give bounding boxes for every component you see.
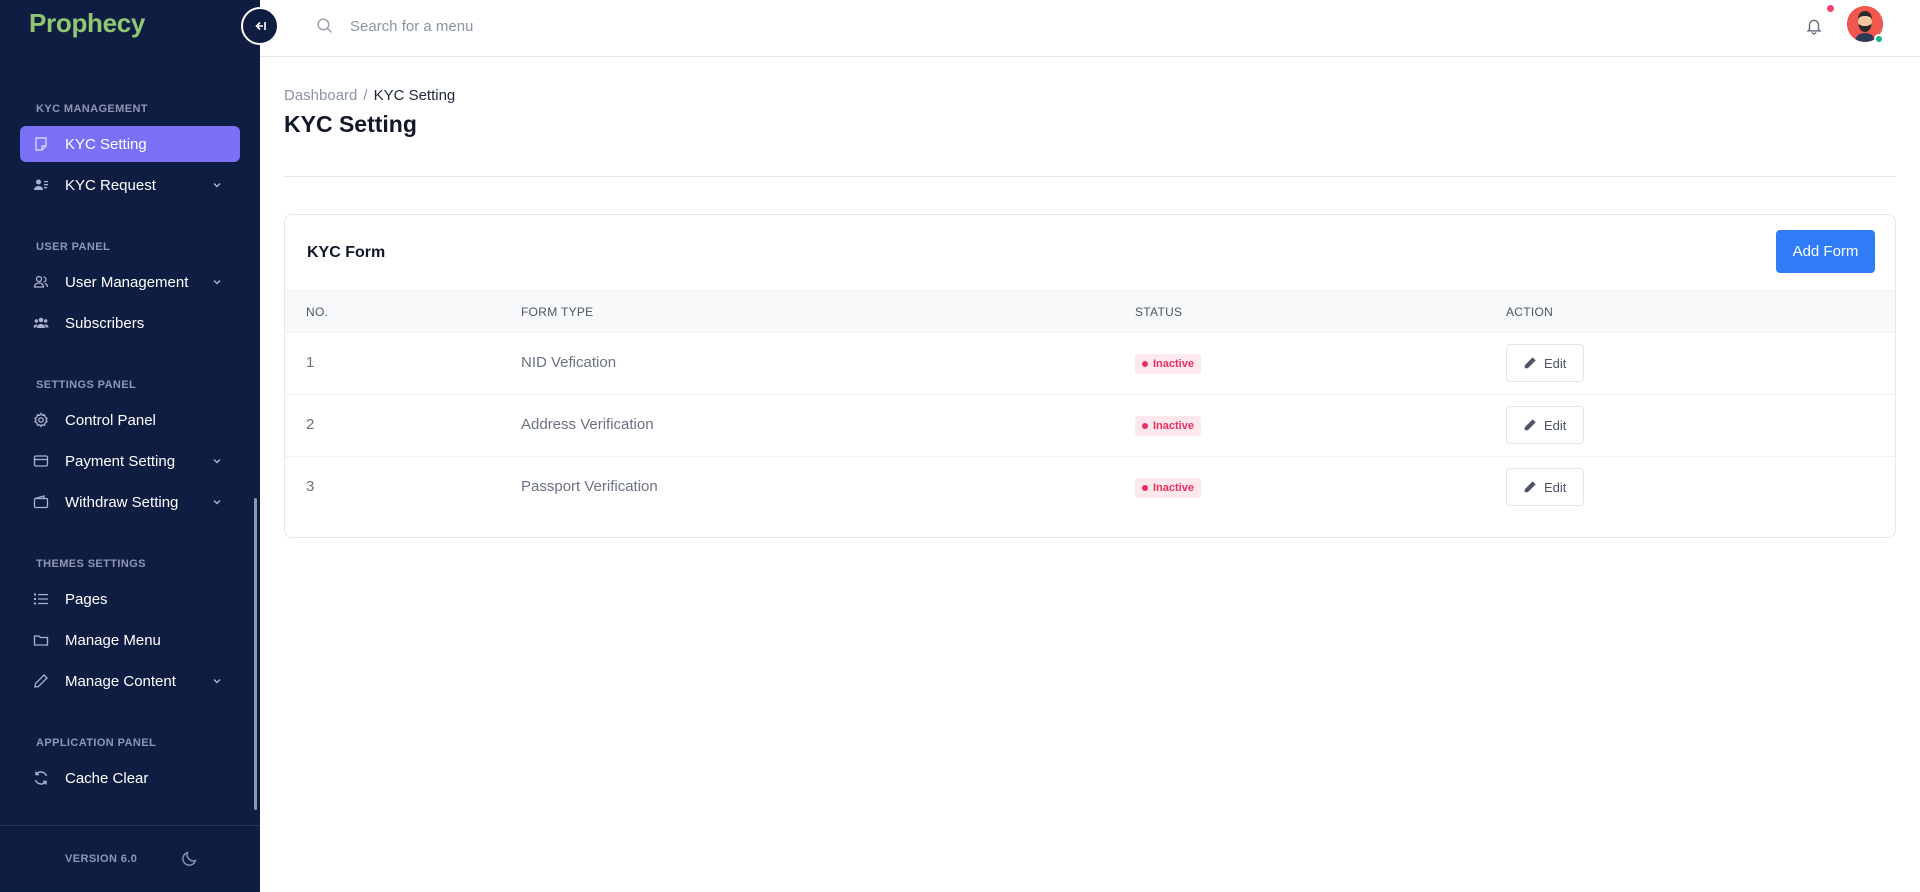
sidebar-item-payment-setting[interactable]: Payment Setting: [20, 443, 240, 479]
page-title: KYC Setting: [284, 111, 417, 137]
cell-no: 1: [306, 354, 315, 371]
edit-button[interactable]: Edit: [1506, 406, 1584, 444]
card-title: KYC Form: [307, 244, 386, 261]
sidebar-item-label: Withdraw Setting: [65, 493, 179, 511]
cell-no: 3: [306, 478, 315, 495]
section-title-kyc-management: KYC MANAGEMENT: [36, 103, 148, 115]
pencil-icon: [1524, 419, 1536, 431]
section-title-application-panel: APPLICATION PANEL: [36, 737, 157, 749]
sidebar-item-label: Subscribers: [65, 314, 145, 332]
sidebar-item-control-panel[interactable]: Control Panel: [20, 402, 240, 438]
table-row: 2 Address Verification Inactive Edit: [285, 395, 1895, 457]
sidebar-item-cache-clear[interactable]: Cache Clear: [20, 760, 240, 796]
sidebar-footer: VERSION 6.0: [0, 825, 260, 892]
wallet-icon: [33, 494, 49, 510]
section-title-user-panel: USER PANEL: [36, 241, 111, 253]
chevron-down-icon: [213, 679, 221, 684]
version-label: VERSION 6.0: [65, 853, 138, 865]
breadcrumb-separator: /: [363, 87, 368, 104]
chevron-down-icon: [213, 280, 221, 285]
online-status-dot: [1874, 34, 1884, 44]
section-title-themes-settings: THEMES SETTINGS: [36, 558, 146, 570]
sidebar-item-manage-content[interactable]: Manage Content: [20, 663, 240, 699]
table-row: 1 NID Vefication Inactive Edit: [285, 333, 1895, 395]
sidebar-item-label: Manage Menu: [65, 631, 161, 649]
edit-button[interactable]: Edit: [1506, 468, 1584, 506]
sidebar-item-user-management[interactable]: User Management: [20, 264, 240, 300]
kyc-form-card: KYC Form Add Form NO. FORM TYPE STATUS A…: [284, 214, 1896, 538]
sidebar-item-label: Payment Setting: [65, 452, 176, 470]
sidebar-item-label: KYC Request: [65, 176, 156, 194]
column-header-action: ACTION: [1506, 305, 1554, 319]
sidebar-item-withdraw-setting[interactable]: Withdraw Setting: [20, 484, 240, 520]
divider: [284, 176, 1896, 177]
add-form-button[interactable]: Add Form: [1776, 230, 1875, 273]
pencil-icon: [1524, 481, 1536, 493]
status-badge: Inactive: [1135, 416, 1201, 436]
chevron-down-icon: [213, 459, 221, 464]
list-icon: [33, 591, 49, 607]
table-header: NO. FORM TYPE STATUS ACTION: [285, 290, 1895, 333]
sidebar-item-label: KYC Setting: [65, 135, 147, 153]
pencil-icon: [33, 673, 49, 689]
search-input[interactable]: [350, 14, 750, 38]
cell-form-type: Address Verification: [521, 416, 654, 433]
column-header-form-type: FORM TYPE: [521, 305, 594, 319]
brand-logo[interactable]: Prophecy: [29, 8, 145, 39]
status-badge: Inactive: [1135, 354, 1201, 374]
sidebar-collapse-button[interactable]: [241, 7, 279, 45]
table-row: 3 Passport Verification Inactive Edit: [285, 457, 1895, 519]
chevron-down-icon: [213, 500, 221, 505]
edit-button-label: Edit: [1544, 355, 1567, 371]
edit-button-label: Edit: [1544, 417, 1567, 433]
group-icon: [33, 315, 49, 331]
sidebar-item-manage-menu[interactable]: Manage Menu: [20, 622, 240, 658]
cell-form-type: Passport Verification: [521, 478, 658, 495]
sidebar-item-label: Control Panel: [65, 411, 156, 429]
sidebar-item-kyc-setting[interactable]: KYC Setting: [20, 126, 240, 162]
breadcrumb: Dashboard / KYC Setting: [284, 87, 455, 104]
top-header: [260, 0, 1920, 57]
form-icon: [33, 136, 49, 152]
folder-icon: [33, 632, 49, 648]
section-title-settings-panel: SETTINGS PANEL: [36, 379, 137, 391]
sidebar-item-label: Manage Content: [65, 672, 176, 690]
collapse-arrow-icon: [255, 21, 266, 31]
sidebar-scrollbar[interactable]: [254, 498, 257, 810]
sidebar-item-label: Pages: [65, 590, 108, 608]
user-list-icon: [33, 177, 49, 193]
card-icon: [33, 453, 49, 469]
edit-button[interactable]: Edit: [1506, 344, 1584, 382]
breadcrumb-current: KYC Setting: [373, 87, 456, 104]
sidebar-item-label: Cache Clear: [65, 769, 149, 787]
sidebar-item-label: User Management: [65, 273, 189, 291]
sidebar-item-kyc-request[interactable]: KYC Request: [20, 167, 240, 203]
column-header-status: STATUS: [1135, 305, 1183, 319]
cell-form-type: NID Vefication: [521, 354, 617, 371]
bell-icon[interactable]: [1805, 17, 1823, 35]
refresh-icon: [33, 770, 49, 786]
sidebar: Prophecy KYC MANAGEMENT KYC Setting KYC …: [0, 0, 260, 892]
sidebar-item-subscribers[interactable]: Subscribers: [20, 305, 240, 341]
cell-no: 2: [306, 416, 315, 433]
column-header-no: NO.: [306, 305, 329, 319]
chevron-down-icon: [213, 183, 221, 188]
moon-icon[interactable]: [181, 850, 198, 867]
gear-icon: [33, 412, 49, 428]
pencil-icon: [1524, 357, 1536, 369]
status-badge: Inactive: [1135, 478, 1201, 498]
search-icon: [317, 18, 332, 33]
users-icon: [33, 274, 49, 290]
notification-dot: [1827, 5, 1834, 12]
breadcrumb-dashboard-link[interactable]: Dashboard: [284, 87, 357, 104]
edit-button-label: Edit: [1544, 479, 1567, 495]
sidebar-item-pages[interactable]: Pages: [20, 581, 240, 617]
